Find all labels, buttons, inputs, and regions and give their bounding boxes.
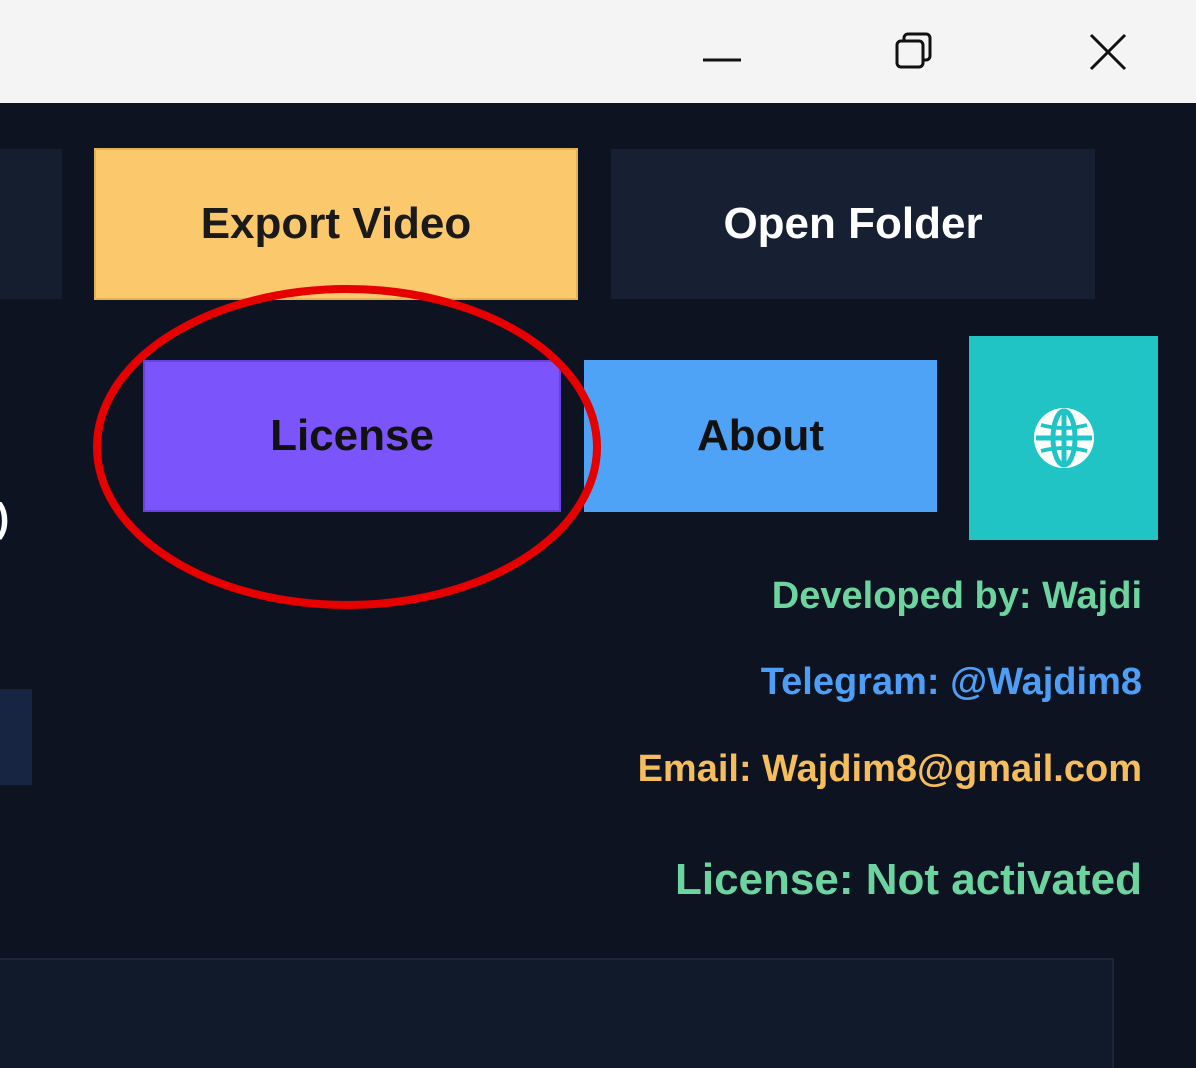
close-icon <box>1089 33 1127 70</box>
bottom-panel <box>0 958 1114 1068</box>
email-link[interactable]: Email: Wajdim8@gmail.com <box>638 748 1142 791</box>
close-button[interactable] <box>1058 0 1158 103</box>
cut-off-panel <box>0 689 32 785</box>
language-button[interactable] <box>969 336 1158 540</box>
globe-icon <box>1033 408 1094 468</box>
open-folder-label: Open Folder <box>723 199 983 248</box>
open-folder-button[interactable]: Open Folder <box>611 149 1095 299</box>
minimize-icon <box>703 58 741 61</box>
export-video-label: Export Video <box>200 199 472 248</box>
restore-button[interactable] <box>864 0 964 103</box>
about-label: About <box>696 411 825 460</box>
restore-icon <box>895 32 932 68</box>
cut-off-button[interactable] <box>0 149 62 299</box>
cut-off-text: ) <box>0 496 40 544</box>
license-button[interactable]: License <box>143 360 561 512</box>
app-content: Export Video Open Folder License About )… <box>0 103 1194 1068</box>
license-status: License: Not activated <box>674 855 1142 904</box>
minimize-button[interactable] <box>672 0 772 103</box>
telegram-link[interactable]: Telegram: @Wajdim8 <box>761 661 1142 704</box>
about-button[interactable]: About <box>584 360 937 512</box>
window-titlebar <box>0 0 1196 103</box>
developer-credit: Developed by: Wajdi <box>771 575 1142 617</box>
export-video-button[interactable]: Export Video <box>94 148 578 300</box>
license-label: License <box>270 411 434 460</box>
